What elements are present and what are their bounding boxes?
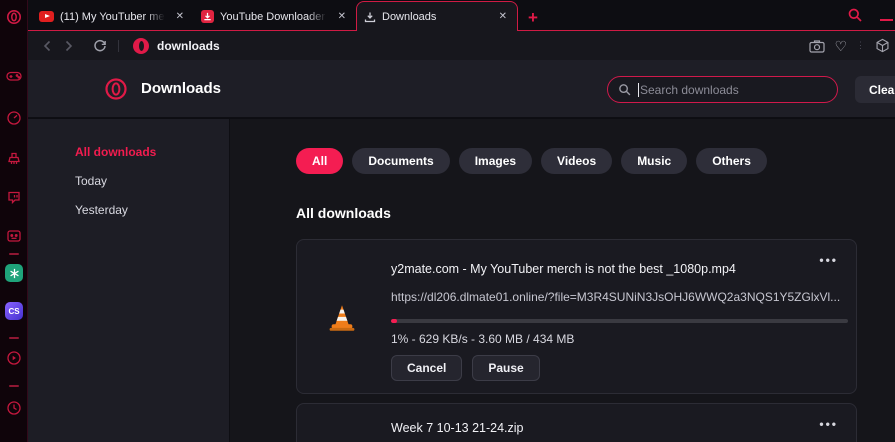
- chatgpt-icon[interactable]: [5, 264, 23, 282]
- filter-pills: All Documents Images Videos Music Others: [296, 148, 767, 174]
- url-text[interactable]: downloads: [157, 39, 220, 53]
- tab-youtube-video[interactable]: (11) My YouTuber merch is ✕: [32, 3, 194, 30]
- downloader-icon: [201, 10, 214, 23]
- filter-images[interactable]: Images: [459, 148, 532, 174]
- browser-search-icon[interactable]: [847, 7, 863, 23]
- download-url: https://dl206.dlmate01.online/?file=M3R4…: [391, 290, 840, 304]
- youtube-icon: [39, 11, 54, 22]
- download-title: y2mate.com - My YouTuber merch is not th…: [391, 262, 736, 276]
- forward-button[interactable]: [58, 40, 80, 52]
- page-title: Downloads: [141, 80, 221, 97]
- nav-item-yesterday[interactable]: Yesterday: [75, 203, 229, 217]
- search-downloads-box: [607, 76, 838, 103]
- tab-title: Downloads: [382, 11, 490, 23]
- address-bar: downloads ♡ ⋮: [28, 30, 895, 60]
- filter-others[interactable]: Others: [696, 148, 767, 174]
- twitch-icon[interactable]: [6, 190, 22, 206]
- gx-sidebar-rail: CS: [0, 0, 28, 442]
- close-icon[interactable]: ✕: [173, 10, 187, 23]
- filter-music[interactable]: Music: [621, 148, 687, 174]
- downloads-header: Downloads Clear downloads: [28, 60, 895, 118]
- text-caret: [638, 83, 639, 97]
- nav-item-all-downloads[interactable]: All downloads: [75, 145, 229, 159]
- minimize-button[interactable]: [880, 19, 893, 21]
- tab-title: (11) My YouTuber merch is: [60, 11, 167, 23]
- divider: [118, 40, 119, 52]
- section-title: All downloads: [296, 205, 391, 221]
- rail-separator: [9, 253, 19, 255]
- download-status: 1% - 629 KB/s - 3.60 MB / 434 MB: [391, 332, 574, 346]
- download-tray-icon: [364, 11, 376, 23]
- back-button[interactable]: [36, 40, 58, 52]
- download-card: ••• y2mate.com - My YouTuber merch is no…: [296, 239, 857, 394]
- gamepad-icon[interactable]: [6, 68, 22, 84]
- nav-item-today[interactable]: Today: [75, 174, 229, 188]
- progress-bar: [391, 319, 848, 323]
- close-icon[interactable]: ✕: [335, 10, 349, 23]
- vlc-cone-icon: [327, 304, 357, 332]
- tab-youtube-downloader[interactable]: YouTube Downloader - Dow ✕: [194, 3, 356, 30]
- download-card: ••• Week 7 10-13 21-24.zip: [296, 403, 857, 442]
- search-downloads-input[interactable]: [640, 83, 827, 97]
- divider-dots: ⋮: [856, 40, 866, 51]
- new-tab-button[interactable]: +: [528, 9, 538, 26]
- speedometer-icon[interactable]: [6, 110, 22, 126]
- tab-strip: (11) My YouTuber merch is ✕ YouTube Down…: [28, 0, 895, 30]
- tab-downloads[interactable]: Downloads ✕: [356, 1, 518, 31]
- filter-videos[interactable]: Videos: [541, 148, 612, 174]
- download-title: Week 7 10-13 21-24.zip: [391, 421, 524, 435]
- opera-gx-page-logo-icon: [104, 77, 128, 101]
- cs-badge-icon[interactable]: CS: [5, 302, 23, 320]
- reload-button[interactable]: [86, 39, 114, 53]
- search-icon: [618, 83, 631, 96]
- cancel-button[interactable]: Cancel: [391, 355, 462, 381]
- heart-icon[interactable]: ♡: [834, 39, 847, 53]
- pause-button[interactable]: Pause: [472, 355, 539, 381]
- progress-fill: [391, 319, 397, 323]
- extensions-cube-icon[interactable]: [875, 38, 890, 53]
- rail-separator: [9, 337, 19, 339]
- close-icon[interactable]: ✕: [496, 10, 510, 23]
- cleaner-icon[interactable]: [6, 151, 22, 167]
- filter-all[interactable]: All: [296, 148, 343, 174]
- discord-icon[interactable]: [6, 228, 22, 244]
- page-body: All downloads Today Yesterday All Docume…: [28, 119, 895, 442]
- filter-documents[interactable]: Documents: [352, 148, 449, 174]
- play-circle-icon[interactable]: [6, 350, 22, 366]
- downloads-nav-panel: All downloads Today Yesterday: [28, 119, 230, 442]
- history-clock-icon[interactable]: [6, 400, 22, 416]
- rail-separator: [9, 385, 19, 387]
- opera-badge-icon[interactable]: [133, 38, 149, 54]
- tab-title: YouTube Downloader - Dow: [220, 11, 329, 23]
- snapshot-camera-icon[interactable]: [809, 39, 825, 53]
- clear-downloads-button[interactable]: Clear downloads: [855, 76, 895, 103]
- opera-gx-logo-icon[interactable]: [6, 9, 22, 25]
- item-menu-button[interactable]: •••: [819, 254, 838, 266]
- item-menu-button[interactable]: •••: [819, 418, 838, 430]
- downloads-content: All Documents Images Videos Music Others…: [230, 119, 895, 442]
